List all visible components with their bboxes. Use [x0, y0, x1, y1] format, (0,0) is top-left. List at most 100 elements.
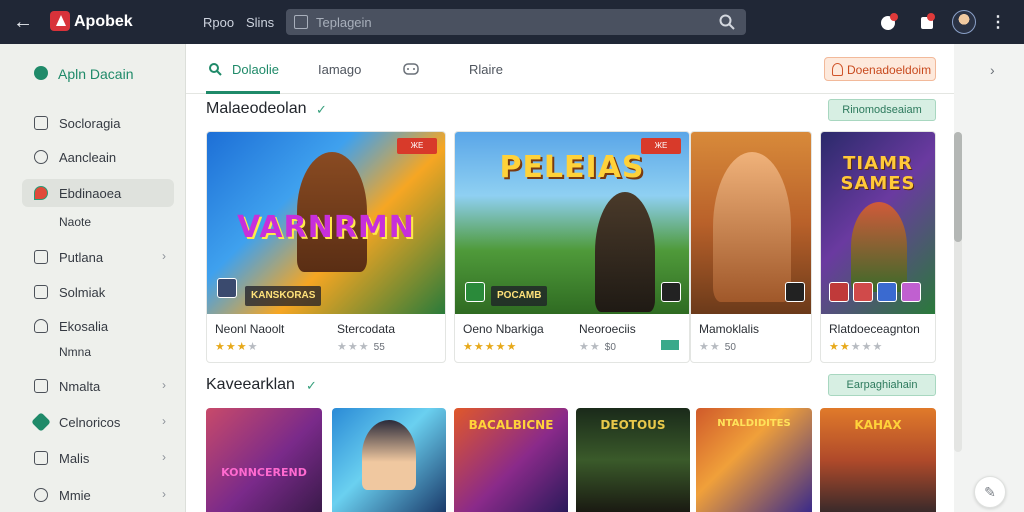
game-thumbnail[interactable]: KAHAX	[820, 408, 936, 512]
app-icon	[877, 282, 897, 302]
sidebar-item-5[interactable]: Solmiak	[22, 278, 174, 306]
check-icon: ✓	[316, 102, 327, 117]
thumbnail-title: DEOTOUS	[600, 418, 666, 432]
avatar[interactable]	[952, 10, 976, 34]
game-card[interactable]: PELEIAS ЖЕ POCAMB Oeno Nbarkiga ★★★★★ Ne…	[454, 131, 690, 363]
sidebar: Apln Dacain Socloragia Aancleain Ebdinao…	[0, 44, 186, 512]
rating-stars: ★★★★★	[829, 341, 884, 353]
rating-stars: ★★★ 55	[337, 341, 385, 353]
warrior-figure	[595, 192, 655, 312]
rating-stars: ★★★★★	[463, 341, 518, 353]
rating-stars: ★★ 50	[699, 341, 736, 353]
search-scope-icon	[294, 15, 308, 29]
section-see-all-button[interactable]: Rinomodseaiam	[828, 99, 936, 121]
app-icon	[465, 282, 485, 302]
search-placeholder: Teplagein	[316, 15, 372, 30]
top-bar: ← Apobek Rpoo Slins Teplagein ⋮	[0, 0, 1024, 44]
sidebar-subitem-2[interactable]: Nmna	[59, 345, 91, 359]
sidebar-item-10[interactable]: Mmie ›	[22, 481, 174, 509]
tag-icon	[34, 186, 48, 200]
sidebar-item-6[interactable]: Ekosalia	[22, 312, 174, 340]
brand-name[interactable]: Apobek	[74, 13, 133, 31]
hero-figure	[851, 202, 907, 292]
edit-fab[interactable]: ✎	[974, 476, 1006, 508]
sidebar-item-3[interactable]: Ebdinaoea	[22, 179, 174, 207]
sidebar-subitem-1[interactable]: Naote	[59, 215, 91, 229]
art-title: VARNRMN	[237, 210, 415, 245]
section-button-label: Rinomodseaiam	[842, 104, 922, 116]
more-options-icon[interactable]: ⋮	[990, 12, 1006, 32]
sidebar-item-4[interactable]: Putlana ›	[22, 243, 174, 271]
game-thumbnail[interactable]: BACALBICNE	[454, 408, 568, 512]
settings-icon	[34, 488, 48, 502]
app-logo-icon[interactable]	[50, 11, 70, 31]
tab-bar: Dolaolie Iamago Rlaire Doenadoeldoim	[186, 44, 954, 94]
sidebar-item-label: Putlana	[59, 250, 104, 265]
chevron-right-icon[interactable]: ›	[990, 62, 995, 78]
app-icon	[853, 282, 873, 302]
rating-count: 50	[724, 342, 736, 353]
chevron-right-icon: ›	[162, 378, 166, 392]
rating-count: 55	[373, 342, 385, 353]
ad-badge: ЖЕ	[397, 138, 437, 154]
sidebar-item-9[interactable]: Malis ›	[22, 444, 174, 472]
right-rail: › ✎	[954, 44, 1024, 512]
home-icon	[34, 116, 48, 130]
sidebar-item-label: Ekosalia	[59, 319, 109, 334]
sidebar-item-8[interactable]: Celnoricos ›	[22, 408, 174, 436]
game-card[interactable]: TIAMR SAMES Rlatdoeceagnton ★★★★★	[820, 131, 936, 363]
chat-icon	[34, 150, 48, 164]
tab-1[interactable]: Dolaolie	[232, 62, 279, 77]
sidebar-item-7[interactable]: Nmalta ›	[22, 372, 174, 400]
thumbnail-title: KAHAX	[854, 418, 902, 432]
sidebar-app-label[interactable]: Apln Dacain	[58, 66, 134, 82]
gamepad-icon[interactable]	[403, 62, 419, 76]
scrollbar-thumb[interactable]	[954, 132, 962, 242]
app-icon	[901, 282, 921, 302]
sidebar-item-label: Aancleain	[59, 150, 117, 165]
app-icon	[661, 282, 681, 302]
sign-in-button[interactable]: Doenadoeldoim	[824, 57, 936, 81]
sidebar-item-2[interactable]: Aancleain	[22, 143, 174, 171]
sidebar-item-label: Socloragia	[59, 116, 121, 131]
game-thumbnail[interactable]	[332, 408, 446, 512]
tab-4[interactable]: Rlaire	[469, 62, 503, 77]
app-icon	[217, 278, 237, 298]
sign-in-button-label: Doenadoeldoim	[847, 63, 932, 77]
back-arrow-icon[interactable]: ←	[12, 11, 34, 33]
game-card[interactable]: VARNRMN ЖЕ KANSKORAS Neonl Naoolt ★★★★ S…	[206, 131, 446, 363]
chevron-right-icon: ›	[162, 249, 166, 263]
section-button-label: Earpaghiahain	[846, 379, 918, 391]
ad-badge: ЖЕ	[641, 138, 681, 154]
hero-figure	[713, 152, 791, 302]
game-thumbnail[interactable]: NTALDIDITES	[696, 408, 812, 512]
tab-2[interactable]: Iamago	[318, 62, 361, 77]
user-icon	[34, 319, 48, 333]
scrollbar[interactable]	[954, 132, 962, 452]
nav-link-2[interactable]: Slins	[246, 15, 274, 30]
section-see-all-button[interactable]: Earpaghiahain	[828, 374, 936, 396]
section-title: Malaeodeolan	[206, 100, 307, 117]
sidebar-item-label: Ebdinaoea	[59, 186, 122, 201]
rating-stars: ★★ $0	[579, 341, 616, 353]
nav-link-1[interactable]: Rpoo	[203, 15, 234, 30]
bookmark-icon[interactable]	[916, 11, 938, 33]
game-name: Rlatdoeceagnton	[829, 322, 920, 336]
search-bar[interactable]: Teplagein	[286, 9, 746, 35]
game-thumbnail[interactable]: DEOTOUS	[576, 408, 690, 512]
notifications-icon[interactable]	[878, 11, 900, 33]
search-icon[interactable]	[718, 13, 736, 31]
promo-banner: POCAMB	[491, 286, 548, 306]
chevron-right-icon: ›	[162, 450, 166, 464]
thumbnail-title: KONNCEREND	[221, 466, 307, 479]
search-icon	[209, 63, 222, 76]
game-thumbnail[interactable]: KONNCEREND	[206, 408, 322, 512]
art-title: PELEIAS	[499, 150, 645, 185]
sidebar-item-label: Celnoricos	[59, 415, 121, 430]
sidebar-item-1[interactable]: Socloragia	[22, 109, 174, 137]
file-icon	[34, 250, 48, 264]
chevron-right-icon: ›	[162, 487, 166, 501]
game-card[interactable]: Mamoklalis ★★ 50	[690, 131, 812, 363]
thumbnail-title: BACALBICNE	[468, 418, 554, 432]
game-name: Neonl Naoolt	[215, 322, 285, 336]
